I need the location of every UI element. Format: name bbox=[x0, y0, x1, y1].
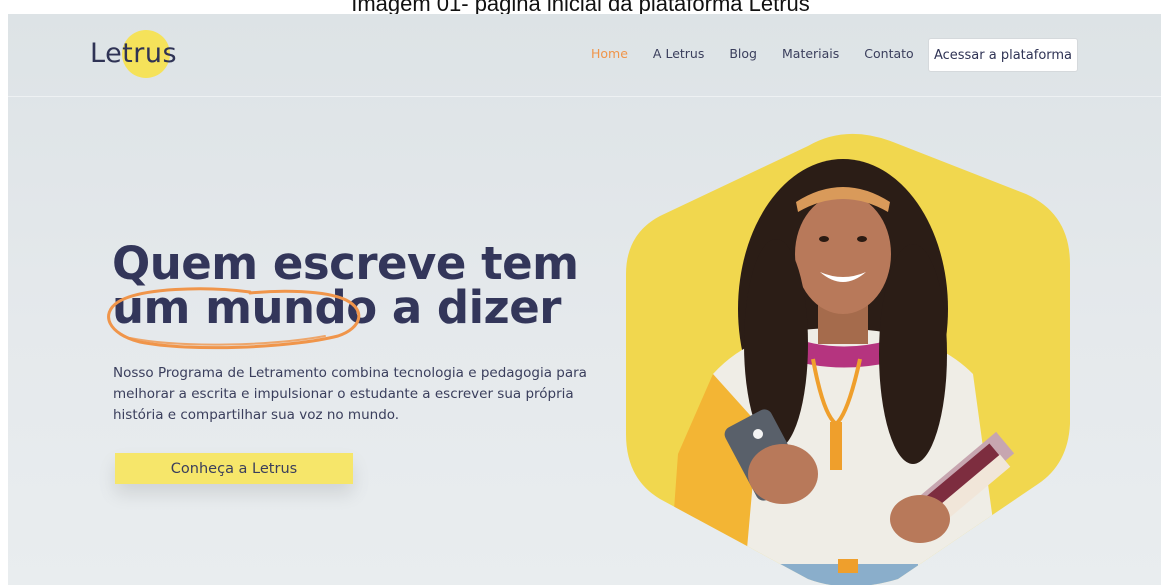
nav-item-materiais[interactable]: Materiais bbox=[782, 46, 839, 66]
hero-description: Nosso Programa de Letramento combina tec… bbox=[113, 365, 587, 423]
scribble-circle-icon bbox=[107, 287, 361, 350]
hero-photo bbox=[626, 134, 1070, 585]
logo[interactable]: Letrus bbox=[90, 28, 200, 80]
nav-item-a-letrus[interactable]: A Letrus bbox=[653, 46, 704, 66]
main-nav: Home A Letrus Blog Materiais Contato bbox=[591, 46, 939, 66]
figure-caption: Imagem 01- página inicial da plataforma … bbox=[0, 0, 1161, 14]
conheca-button[interactable]: Conheça a Letrus bbox=[115, 453, 353, 484]
figure-caption-text: Imagem 01- página inicial da plataforma … bbox=[351, 0, 810, 14]
site-header: Letrus Home A Letrus Blog Materiais Cont… bbox=[8, 14, 1161, 97]
headline-rest: a dizer bbox=[376, 281, 562, 334]
nav-item-contato[interactable]: Contato bbox=[864, 46, 913, 66]
nav-item-home[interactable]: Home bbox=[591, 46, 628, 66]
access-platform-button[interactable]: Acessar a plataforma bbox=[928, 38, 1078, 72]
headline-line-1: Quem escreve tem bbox=[112, 237, 579, 290]
nav-item-blog[interactable]: Blog bbox=[729, 46, 757, 66]
logo-text: Letrus bbox=[90, 38, 178, 69]
website-screenshot: Letrus Home A Letrus Blog Materiais Cont… bbox=[8, 14, 1161, 585]
